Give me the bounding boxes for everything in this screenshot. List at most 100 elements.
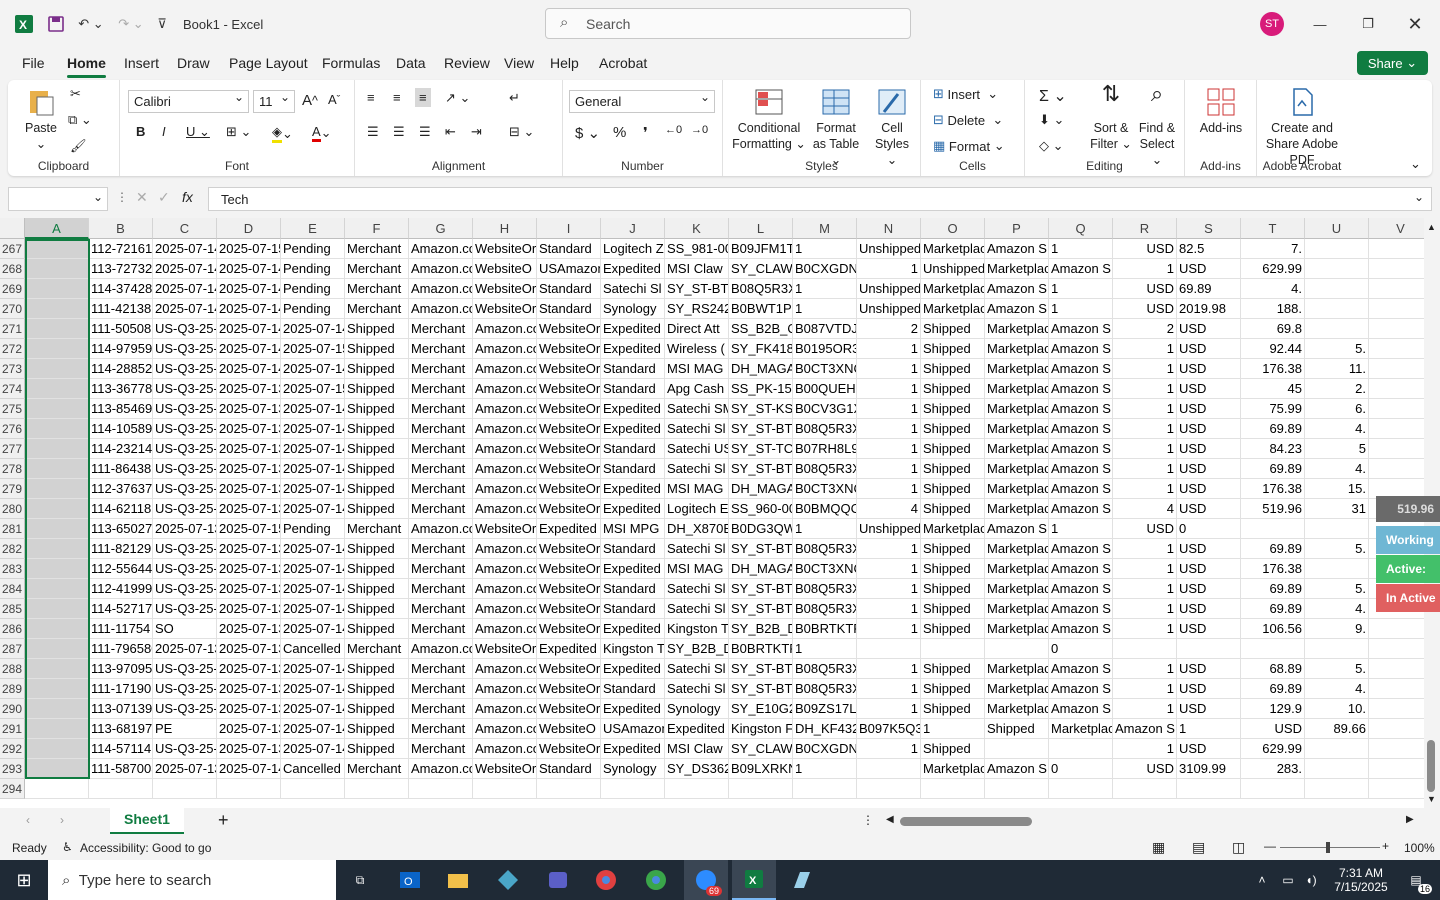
cell[interactable]: 1 bbox=[1113, 339, 1177, 359]
cell[interactable]: 69.8 bbox=[1241, 319, 1305, 339]
cell[interactable]: Amazon.com bbox=[473, 739, 537, 759]
cell[interactable] bbox=[25, 519, 89, 539]
cell[interactable]: 2025-07-14 bbox=[281, 679, 345, 699]
formula-input[interactable]: Tech bbox=[208, 187, 1432, 211]
cell[interactable]: 68.89 bbox=[1241, 659, 1305, 679]
cell[interactable]: Amazon.com bbox=[409, 279, 473, 299]
row-header[interactable]: 271 bbox=[0, 319, 25, 339]
cell[interactable]: Pending bbox=[281, 259, 345, 279]
cell[interactable] bbox=[25, 619, 89, 639]
cell[interactable]: B0BMQQC bbox=[793, 499, 857, 519]
cell[interactable]: Unshipped bbox=[857, 299, 921, 319]
cell[interactable]: SY_CLAW bbox=[729, 259, 793, 279]
cell[interactable]: Merchant bbox=[345, 639, 409, 659]
cell[interactable]: B00QUEH bbox=[793, 379, 857, 399]
cell[interactable]: 111-50508 bbox=[89, 319, 153, 339]
cell[interactable]: USD bbox=[1177, 499, 1241, 519]
cell[interactable]: Satechi Sl bbox=[601, 279, 665, 299]
cell[interactable]: Shipped bbox=[921, 679, 985, 699]
cell[interactable]: Shipped bbox=[345, 479, 409, 499]
cell[interactable]: B0CT3XNC bbox=[793, 479, 857, 499]
cell[interactable]: Merchant bbox=[409, 359, 473, 379]
column-header[interactable]: C bbox=[153, 218, 217, 239]
cell[interactable]: USD bbox=[1177, 319, 1241, 339]
cell[interactable]: B08Q5R3X bbox=[793, 659, 857, 679]
cell[interactable]: Standard bbox=[601, 539, 665, 559]
cell[interactable]: 114-10589 bbox=[89, 419, 153, 439]
row-header[interactable]: 279 bbox=[0, 479, 25, 499]
cell[interactable]: 1 bbox=[857, 439, 921, 459]
cell[interactable]: Cancelled bbox=[281, 759, 345, 779]
cell[interactable] bbox=[1305, 559, 1369, 579]
cell[interactable]: 2025-07-14 bbox=[153, 279, 217, 299]
cell[interactable]: Shipped bbox=[345, 499, 409, 519]
cell[interactable]: USD bbox=[1177, 679, 1241, 699]
cell[interactable]: Amazon S bbox=[1049, 579, 1113, 599]
cell[interactable]: Amazon.com bbox=[473, 339, 537, 359]
align-right-icon[interactable]: ☰ bbox=[419, 124, 431, 140]
cell[interactable]: Logitech E bbox=[665, 499, 729, 519]
cell[interactable]: Merchant bbox=[409, 599, 473, 619]
cell[interactable]: USD bbox=[1177, 579, 1241, 599]
cell[interactable]: WebsiteOrderChannel bbox=[537, 399, 601, 419]
cell[interactable]: 2025-07-14 bbox=[281, 419, 345, 439]
cell[interactable]: Expedited bbox=[601, 339, 665, 359]
cell[interactable]: Merchant bbox=[409, 459, 473, 479]
cell[interactable]: Unshipped bbox=[857, 519, 921, 539]
cell[interactable]: Shipped bbox=[345, 599, 409, 619]
row-header[interactable]: 273 bbox=[0, 359, 25, 379]
cell[interactable] bbox=[1305, 639, 1369, 659]
cell[interactable]: 1 bbox=[1113, 479, 1177, 499]
cell[interactable]: Amazon S bbox=[1049, 259, 1113, 279]
cell[interactable]: USD bbox=[1177, 399, 1241, 419]
cell[interactable]: 0 bbox=[1177, 519, 1241, 539]
cell[interactable] bbox=[985, 639, 1049, 659]
task-view-icon[interactable]: ⧉ bbox=[340, 860, 380, 900]
add-sheet-icon[interactable]: + bbox=[218, 810, 229, 831]
insert-function-icon[interactable]: fx bbox=[182, 189, 193, 205]
cell[interactable]: Expedited bbox=[601, 319, 665, 339]
cell[interactable]: USAmazon bbox=[601, 719, 665, 739]
row-header[interactable]: 290 bbox=[0, 699, 25, 719]
cell[interactable]: Expedited bbox=[601, 479, 665, 499]
cell[interactable]: 2025-07-14 bbox=[217, 319, 281, 339]
cell[interactable]: 2025-07-15 bbox=[217, 519, 281, 539]
cell[interactable]: 2025-07-13 bbox=[217, 559, 281, 579]
cell[interactable] bbox=[1369, 699, 1424, 719]
addins-button[interactable]: Add-ins bbox=[1193, 86, 1249, 136]
cell[interactable]: 4. bbox=[1305, 459, 1369, 479]
cell[interactable]: US-Q3-25- bbox=[153, 699, 217, 719]
cell[interactable]: 2025-07-14 bbox=[281, 539, 345, 559]
normal-view-icon[interactable]: ▦ bbox=[1152, 839, 1165, 856]
cell[interactable]: SY_ST-BTS bbox=[729, 599, 793, 619]
cell[interactable]: SS_B2B_Q bbox=[729, 319, 793, 339]
cell[interactable] bbox=[25, 259, 89, 279]
cell[interactable] bbox=[25, 679, 89, 699]
cell[interactable]: USD bbox=[1177, 419, 1241, 439]
cell[interactable]: 1 bbox=[1113, 739, 1177, 759]
cell[interactable]: 1 bbox=[1113, 259, 1177, 279]
cell[interactable]: 519.96 bbox=[1241, 499, 1305, 519]
collapse-ribbon-icon[interactable]: ⌄ bbox=[1410, 156, 1421, 172]
cell[interactable]: Merchant bbox=[409, 739, 473, 759]
cell[interactable]: USD bbox=[1177, 699, 1241, 719]
cell[interactable]: Marketplace bbox=[985, 559, 1049, 579]
borders-icon[interactable]: ⊞ ⌄ bbox=[226, 124, 251, 140]
decrease-font-icon[interactable]: Aˇ bbox=[328, 92, 340, 107]
cell[interactable]: SS_981-00 bbox=[665, 239, 729, 259]
cell[interactable]: MSI MAG bbox=[665, 479, 729, 499]
cell[interactable]: 2025-07-13 bbox=[217, 679, 281, 699]
cell[interactable]: 1 bbox=[793, 639, 857, 659]
row-header[interactable]: 270 bbox=[0, 299, 25, 319]
cell[interactable]: SO bbox=[153, 619, 217, 639]
cell[interactable]: 2 bbox=[1113, 319, 1177, 339]
cell[interactable]: Merchant bbox=[409, 399, 473, 419]
cell[interactable]: 1 bbox=[1113, 659, 1177, 679]
cell[interactable]: 176.38 bbox=[1241, 559, 1305, 579]
outlook-icon[interactable]: O bbox=[390, 860, 430, 900]
cell[interactable]: Amazon.com bbox=[409, 239, 473, 259]
cell[interactable] bbox=[25, 439, 89, 459]
cell[interactable]: Synology bbox=[601, 299, 665, 319]
cell[interactable]: 2025-07-14 bbox=[153, 299, 217, 319]
cell[interactable]: 2025-07-14 bbox=[281, 479, 345, 499]
